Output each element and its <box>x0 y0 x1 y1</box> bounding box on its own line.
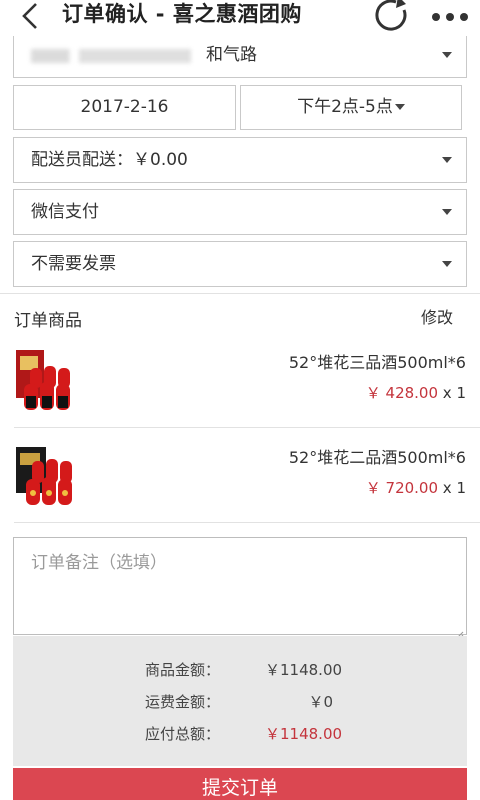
product-image <box>14 346 80 412</box>
goods-amount-value: ￥1148.00 <box>265 661 343 679</box>
delivery-date-value: 2017-2-16 <box>80 97 169 117</box>
page-title: 订单确认 - 喜之惠酒团购 <box>62 2 302 26</box>
chevron-left-icon[interactable] <box>18 2 44 30</box>
delivery-time-value: 下午2点-5点 <box>297 97 393 117</box>
product-price: ￥ 428.00 <box>365 384 439 402</box>
chevron-down-icon <box>442 209 452 215</box>
chevron-down-icon <box>394 104 405 110</box>
delivery-time-select[interactable]: 下午2点-5点 <box>240 85 462 130</box>
shipping-value: 配送员配送：￥0.00 <box>31 150 188 170</box>
submit-order-button[interactable]: 提交订单 <box>13 768 467 800</box>
product-qty: x 1 <box>438 479 466 497</box>
address-select[interactable]: 和气路 <box>13 34 467 78</box>
section-divider <box>0 293 480 294</box>
invoice-value: 不需要发票 <box>31 254 116 274</box>
address-contact-blurred <box>31 49 191 63</box>
total-amount-label: 应付总额： <box>145 725 221 743</box>
product-price: ￥ 720.00 <box>365 479 439 497</box>
remark-placeholder: 订单备注（选填） <box>31 553 167 573</box>
chevron-down-icon <box>442 52 452 58</box>
more-dots-icon[interactable] <box>430 8 470 21</box>
product-name: 52°堆花二品酒500ml*6 <box>288 448 466 467</box>
item-divider <box>14 427 480 428</box>
address-road: 和气路 <box>206 45 257 65</box>
refresh-icon[interactable] <box>372 0 412 36</box>
chevron-down-icon <box>442 261 452 267</box>
product-name: 52°堆花三品酒500ml*6 <box>288 353 466 372</box>
product-price-line: ￥ 428.00 x 1 <box>366 382 466 403</box>
delivery-date-picker[interactable]: 2017-2-16 <box>13 85 236 130</box>
shipping-amount-value: ￥0 <box>308 693 333 711</box>
shipping-amount-label: 运费金额： <box>145 693 221 711</box>
order-summary: 商品金额： ￥1148.00 运费金额： ￥0 应付总额： ￥1148.00 <box>13 636 467 766</box>
resize-grip-icon[interactable] <box>456 624 464 639</box>
top-bar: 订单确认 - 喜之惠酒团购 <box>0 0 480 36</box>
order-section-title: 订单商品 <box>14 311 82 331</box>
product-image <box>14 441 80 507</box>
chevron-down-icon <box>442 157 452 163</box>
edit-order-button[interactable]: 修改 <box>421 304 453 328</box>
product-price-line: ￥ 720.00 x 1 <box>366 477 466 498</box>
item-divider <box>14 522 480 523</box>
product-qty: x 1 <box>438 384 466 402</box>
invoice-select[interactable]: 不需要发票 <box>13 241 467 287</box>
order-remark-input[interactable]: 订单备注（选填） <box>13 537 467 639</box>
goods-amount-label: 商品金额： <box>145 661 221 679</box>
payment-value: 微信支付 <box>31 202 99 222</box>
payment-select[interactable]: 微信支付 <box>13 189 467 235</box>
shipping-select[interactable]: 配送员配送：￥0.00 <box>13 137 467 183</box>
total-amount-value: ￥1148.00 <box>265 725 343 743</box>
